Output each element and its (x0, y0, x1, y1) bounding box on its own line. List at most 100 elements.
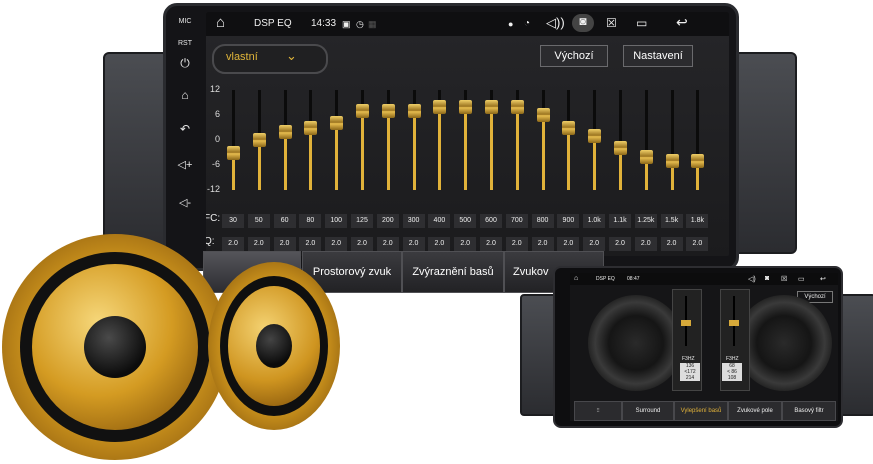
y-tick-label: -6 (211, 159, 220, 169)
slider-knob[interactable] (252, 133, 266, 147)
q-value[interactable]: 2.0 (454, 237, 477, 251)
y-tick-label: -12 (206, 184, 220, 194)
secondary-tab-bass[interactable]: Vylepšení basů (674, 401, 728, 421)
fc-value[interactable]: 1.25k (634, 214, 657, 228)
q-value[interactable]: 2.0 (583, 237, 606, 251)
fc-value[interactable]: 30 (222, 214, 244, 228)
right-value: 108 (727, 375, 737, 381)
tab-bass-boost[interactable]: Zvýraznění basů (402, 251, 504, 293)
slider-knob[interactable] (433, 99, 447, 114)
fc-value[interactable]: 600 (480, 214, 502, 228)
fc-value[interactable]: 1.1k (609, 214, 631, 228)
slider-fill (541, 115, 545, 190)
slider-knob[interactable] (665, 153, 679, 168)
back-icon[interactable]: ↶ (166, 122, 204, 136)
rst-label: RST (178, 40, 192, 47)
q-value[interactable]: 2.0 (428, 237, 451, 251)
slider-fill (515, 106, 519, 190)
slider-knob[interactable] (356, 103, 369, 118)
slider-knob[interactable] (459, 99, 473, 114)
slider-knob[interactable] (278, 124, 292, 139)
secondary-head-unit: ⌂ DSP EQ 08:47 ◁) ◙ ☒ ▭ ↩ Výchozí F3HZ F… (553, 266, 843, 428)
y-tick-label: 6 (214, 109, 220, 119)
fc-row-label: FC: (206, 213, 221, 224)
slider-fill (412, 110, 416, 190)
slider-fill (593, 135, 597, 190)
fc-value[interactable]: 700 (505, 214, 528, 228)
slider-knob[interactable] (614, 141, 627, 156)
main-screen: ⌂ DSP EQ 14:33 ▣ ◷ ▦ ● ◔ ◁)) ◙ ☒ ▭ ↩ vla… (206, 12, 729, 256)
q-value[interactable]: 2.0 (376, 237, 399, 251)
volume-icon: ◁) (748, 276, 756, 283)
slider-knob[interactable] (407, 103, 421, 118)
slider-fill (464, 106, 468, 190)
fc-value[interactable]: 60 (273, 214, 296, 228)
volume-up-icon[interactable]: ◁+ (166, 158, 204, 171)
slider-knob[interactable] (381, 103, 395, 118)
q-value[interactable]: 2.0 (247, 237, 270, 251)
fc-value[interactable]: 800 (531, 214, 554, 228)
q-value[interactable]: 2.0 (273, 237, 296, 251)
head-unit: MIC RST ⏻ ⌂ ↶ ◁+ ◁- ⌂ DSP EQ 14:33 ▣ ◷ ▦… (163, 3, 739, 293)
left-value: 214 (685, 375, 695, 381)
slider-fill (438, 106, 442, 190)
fc-value[interactable]: 500 (454, 214, 477, 228)
slider-knob[interactable] (227, 145, 240, 160)
slider-knob[interactable] (691, 153, 705, 168)
volume-down-icon[interactable]: ◁- (166, 196, 204, 209)
fc-value[interactable]: 400 (428, 214, 451, 228)
slider-fill (361, 110, 364, 190)
slider-fill (283, 131, 287, 190)
fc-value[interactable]: 125 (351, 214, 373, 228)
slider-knob[interactable] (485, 99, 498, 114)
slider-knob[interactable] (536, 108, 550, 122)
q-value[interactable]: 2.0 (609, 237, 631, 251)
q-value[interactable]: 2.0 (480, 237, 502, 251)
power-icon[interactable]: ⏻ (166, 56, 204, 71)
fc-value[interactable]: 1.8k (686, 214, 709, 228)
slider-fill (386, 110, 390, 190)
fc-value[interactable]: 300 (402, 214, 425, 228)
left-speaker-graphic (588, 295, 684, 391)
home-icon[interactable]: ⌂ (166, 88, 204, 102)
secondary-screen: ⌂ DSP EQ 08:47 ◁) ◙ ☒ ▭ ↩ Výchozí F3HZ F… (570, 273, 838, 421)
secondary-tab-surround[interactable]: Surround (622, 401, 674, 421)
slider-knob[interactable] (330, 116, 344, 131)
q-value[interactable]: 2.0 (505, 237, 528, 251)
slider-fill (309, 127, 313, 190)
fc-value[interactable]: 900 (557, 214, 580, 228)
q-value[interactable]: 2.0 (325, 237, 348, 251)
fc-value[interactable]: 200 (376, 214, 399, 228)
secondary-tab-bass-filter[interactable]: Basový filtr (782, 401, 836, 421)
q-value[interactable]: 2.0 (686, 237, 709, 251)
slider-fill (335, 123, 339, 190)
slider-knob[interactable] (562, 120, 576, 135)
q-value[interactable]: 2.0 (634, 237, 657, 251)
q-value[interactable]: 2.0 (660, 237, 683, 251)
slider-knob[interactable] (304, 120, 318, 135)
right-freq-label: F3HZ (726, 356, 739, 362)
slider-knob[interactable] (510, 99, 524, 114)
q-value[interactable]: 2.0 (402, 237, 425, 251)
right-values: 68 < 86 108 (722, 363, 742, 381)
fc-value[interactable]: 1.0k (583, 214, 606, 228)
mic-label: MIC (178, 18, 192, 25)
fc-value[interactable]: 50 (247, 214, 270, 228)
secondary-tab-equalizer[interactable]: ⫶⫶ (574, 401, 622, 421)
secondary-tab-sound-field[interactable]: Zvukové pole (728, 401, 782, 421)
slider-knob[interactable] (639, 149, 653, 164)
q-value[interactable]: 2.0 (351, 237, 373, 251)
left-values: 136 <172 214 (680, 363, 700, 381)
left-freq-label: F3HZ (682, 356, 695, 362)
q-value[interactable]: 2.0 (222, 237, 244, 251)
fc-value[interactable]: 80 (299, 214, 322, 228)
q-value[interactable]: 2.0 (557, 237, 580, 251)
y-tick-label: 0 (214, 134, 220, 144)
camera-icon: ◙ (765, 275, 770, 282)
fc-value[interactable]: 1.5k (660, 214, 683, 228)
slider-fill (490, 106, 493, 190)
q-value[interactable]: 2.0 (299, 237, 322, 251)
q-value[interactable]: 2.0 (531, 237, 554, 251)
slider-knob[interactable] (588, 128, 602, 143)
fc-value[interactable]: 100 (325, 214, 348, 228)
